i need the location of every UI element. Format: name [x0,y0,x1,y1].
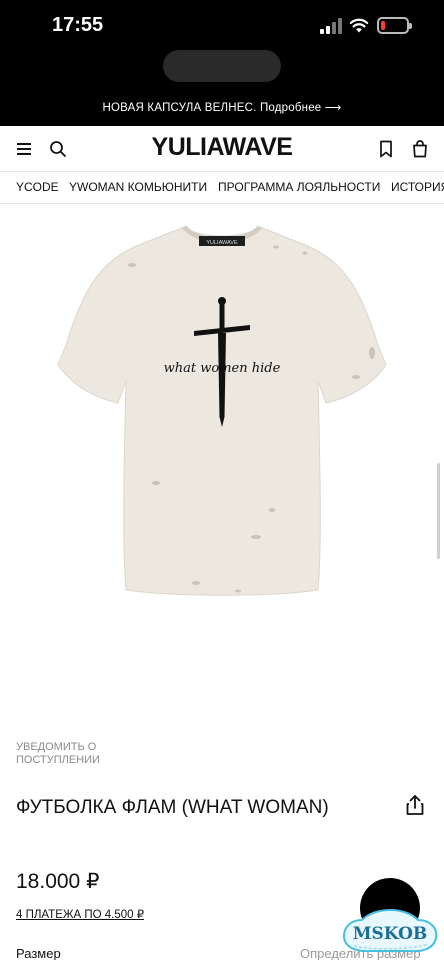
cellular-signal-icon [320,18,342,34]
battery-icon [377,17,412,34]
nav-item-history[interactable]: ИСТОРИЯ [391,180,444,194]
bookmark-icon[interactable] [376,139,396,159]
product-price: 18.000 ₽ [16,870,100,893]
category-nav: YCODE YWOMAN КОМЬЮНИТИ ПРОГРАММА ЛОЯЛЬНО… [0,172,444,204]
collar-label: YULIAWAVE [206,240,238,246]
gallery-scroll-indicator [437,463,440,559]
size-label: Размер [16,946,61,960]
wifi-icon [349,18,369,33]
nav-item-ycode[interactable]: YCODE [16,180,59,194]
dynamic-island [163,50,281,82]
installments-link[interactable]: 4 ПЛАТЕЖА ПО 4.500 ₽ [16,907,144,921]
shirt-print-text: what women hide [164,361,281,376]
product-image: YULIAWAVE what women hide [57,225,387,596]
status-bar: 17:55 [0,0,444,90]
announcement-bar[interactable]: НОВАЯ КАПСУЛА ВЕЛНЕС. Подробнее ⟶ [0,90,444,126]
notify-restock-link[interactable]: УВЕДОМИТЬ О ПОСТУПЛЕНИИ [16,741,146,767]
battery-level-fill [381,21,385,30]
mskob-watermark-logo: MSKOB [342,908,438,953]
status-time: 17:55 [52,14,104,36]
watermark-text: MSKOB [353,924,428,944]
nav-item-loyalty-program[interactable]: ПРОГРАММА ЛОЯЛЬНОСТИ [218,180,380,194]
product-title: ФУТБОЛКА ФЛАМ (WHAT WOMAN) [16,797,329,818]
nav-item-ywoman-community[interactable]: YWOMAN КОМЬЮНИТИ [69,180,207,194]
watermark: MSKOB [338,878,442,958]
share-icon[interactable] [404,794,426,816]
shopping-bag-icon[interactable] [410,139,430,159]
site-header: YULIAWAVE [0,126,444,172]
product-gallery[interactable]: YULIAWAVE what women hide [0,205,444,730]
